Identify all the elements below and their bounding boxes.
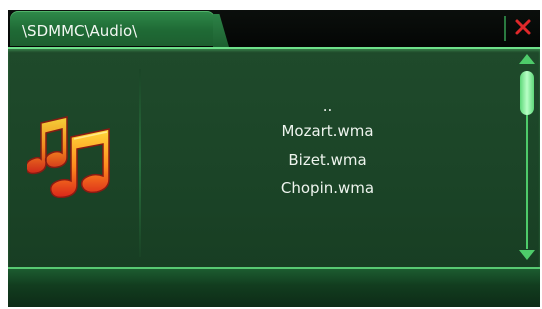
file-browser-window: \SDMMC\Audio\ .. Mozart.wma Bizet.wma Ch… (8, 10, 540, 307)
path-tab-edge (213, 14, 229, 47)
file-item-chopin[interactable]: Chopin.wma (141, 179, 514, 197)
bottom-bar (8, 267, 540, 307)
music-notes-icon (27, 116, 110, 198)
close-icon (515, 19, 531, 35)
folder-type-pane (8, 49, 139, 267)
file-item-bizet[interactable]: Bizet.wma (141, 151, 514, 169)
scroll-thumb[interactable] (520, 71, 534, 115)
close-separator (504, 16, 506, 41)
close-button[interactable] (504, 12, 540, 45)
title-bar: \SDMMC\Audio\ (8, 10, 540, 47)
path-tab: \SDMMC\Audio\ (10, 11, 215, 46)
file-list: .. Mozart.wma Bizet.wma Chopin.wma (141, 49, 514, 267)
vertical-scrollbar[interactable] (514, 49, 540, 267)
file-item-mozart[interactable]: Mozart.wma (141, 122, 514, 140)
file-list-panel: .. Mozart.wma Bizet.wma Chopin.wma (8, 47, 540, 267)
scroll-up-arrow-icon[interactable] (518, 53, 536, 65)
current-path: \SDMMC\Audio\ (22, 22, 138, 40)
scroll-down-arrow-icon[interactable] (518, 249, 536, 261)
file-item-parent[interactable]: .. (141, 97, 514, 115)
